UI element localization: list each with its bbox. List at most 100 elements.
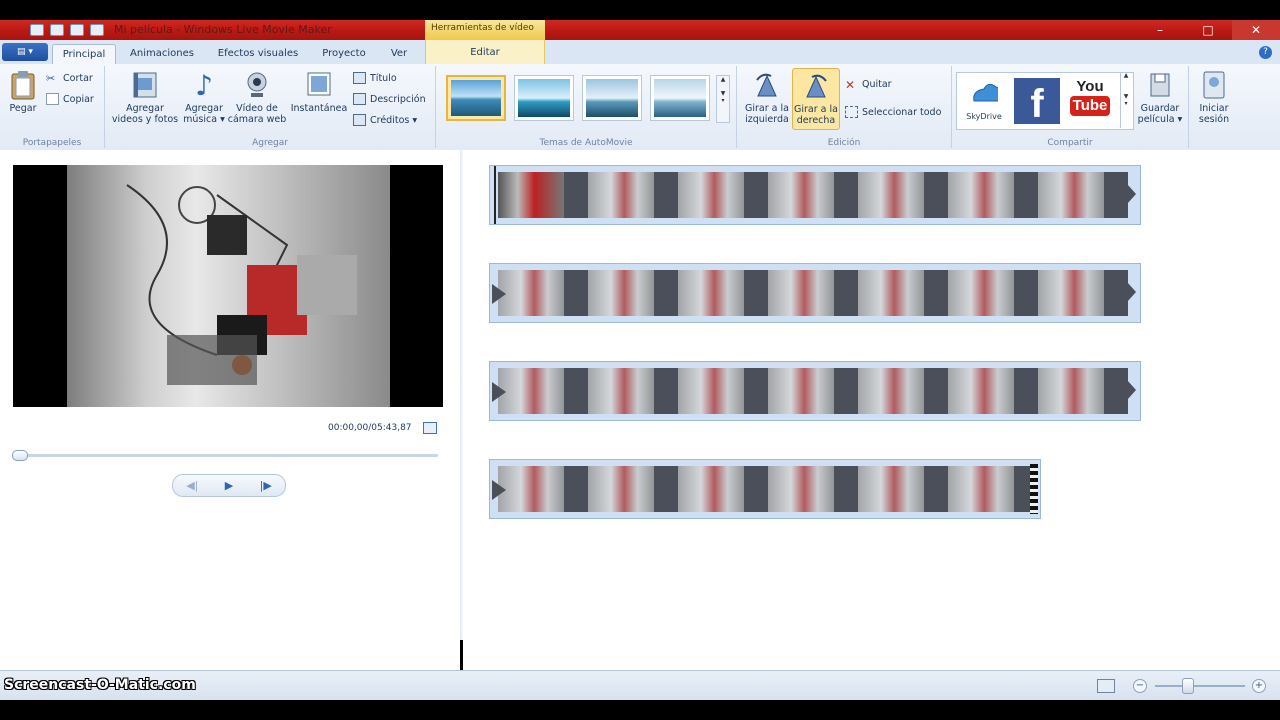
- youtube-icon[interactable]: You Tube: [1066, 78, 1114, 124]
- video-frame-thumbnail[interactable]: [858, 172, 924, 218]
- girar-izq-line2: izquierda: [745, 114, 789, 125]
- app-menu-button[interactable]: ▤ ▾: [2, 43, 48, 61]
- video-frame-thumbnail[interactable]: [768, 270, 834, 316]
- video-frame-thumbnail[interactable]: [678, 466, 744, 512]
- storyboard-row[interactable]: [489, 361, 1141, 421]
- copiar-button[interactable]: Copiar: [46, 91, 94, 107]
- tab-editar[interactable]: Editar: [425, 40, 545, 64]
- storyboard-view-icon[interactable]: [1097, 679, 1115, 693]
- zoom-handle[interactable]: [1182, 678, 1194, 694]
- video-frame-thumbnail[interactable]: [678, 172, 744, 218]
- redo-icon[interactable]: [70, 24, 84, 36]
- fullscreen-icon[interactable]: [423, 422, 437, 434]
- video-frame-thumbnail[interactable]: [588, 368, 654, 414]
- frame-divider: [834, 466, 858, 512]
- video-frame-thumbnail[interactable]: [588, 466, 654, 512]
- video-frame-thumbnail[interactable]: [498, 368, 564, 414]
- zoom-out-icon[interactable]: −: [1133, 679, 1147, 693]
- video-frame-thumbnail[interactable]: [768, 466, 834, 512]
- maximize-button[interactable]: □: [1184, 20, 1232, 40]
- group-compartir: SkyDrive f You Tube ▲ ▼ ▾ Guardar película…: [952, 66, 1189, 148]
- video-frame-thumbnail[interactable]: [858, 270, 924, 316]
- guardar-pelicula-button[interactable]: Guardar película ▾: [1134, 70, 1186, 125]
- tab-efectos-visuales[interactable]: Efectos visuales: [210, 44, 306, 64]
- title-icon: [353, 72, 366, 84]
- storyboard-row[interactable]: [489, 165, 1141, 225]
- frame-divider: [744, 172, 768, 218]
- video-frame-thumbnail[interactable]: [1038, 368, 1104, 414]
- paste-icon: [9, 70, 37, 100]
- group-label-edicion: Edición: [827, 138, 861, 148]
- seleccionar-todo-button[interactable]: Seleccionar todo: [845, 104, 941, 120]
- help-icon[interactable]: ?: [1259, 46, 1272, 59]
- frame-divider: [564, 466, 588, 512]
- skydrive-button[interactable]: SkyDrive: [960, 78, 1008, 122]
- video-frame-thumbnail[interactable]: [858, 466, 924, 512]
- video-frame-thumbnail[interactable]: [498, 172, 564, 218]
- sign-in-icon: [1200, 70, 1228, 100]
- video-frame-thumbnail[interactable]: [498, 466, 564, 512]
- gallery-scroll[interactable]: ▲ ▼ ▾: [716, 75, 730, 123]
- customize-icon[interactable]: [90, 24, 104, 36]
- save-icon[interactable]: [30, 24, 44, 36]
- tab-proyecto[interactable]: Proyecto: [314, 44, 374, 64]
- minimize-button[interactable]: –: [1136, 20, 1184, 40]
- tab-animaciones[interactable]: Animaciones: [124, 44, 200, 64]
- storyboard-row[interactable]: [489, 263, 1141, 323]
- seek-handle[interactable]: [12, 450, 28, 461]
- previous-frame-icon[interactable]: ◀|: [186, 479, 198, 492]
- zoom-in-icon[interactable]: +: [1252, 679, 1266, 693]
- zoom-slider[interactable]: [1155, 685, 1245, 687]
- video-frame-thumbnail[interactable]: [678, 270, 744, 316]
- girar-derecha-button[interactable]: Girar a la derecha: [792, 68, 840, 130]
- next-frame-icon[interactable]: |▶: [260, 479, 272, 492]
- frame-divider: [564, 172, 588, 218]
- theme-thumbnail[interactable]: [446, 75, 506, 121]
- bottom-letterbox: [0, 700, 1280, 720]
- facebook-icon[interactable]: f: [1014, 78, 1060, 126]
- titulo-button[interactable]: Título: [353, 70, 397, 86]
- video-frame-thumbnail[interactable]: [678, 368, 744, 414]
- video-frame-thumbnail[interactable]: [1038, 270, 1104, 316]
- sesion-line2: sesión: [1198, 114, 1230, 125]
- play-icon[interactable]: ▶: [225, 479, 233, 492]
- video-frame-thumbnail[interactable]: [1038, 172, 1104, 218]
- video-preview[interactable]: [13, 165, 443, 407]
- undo-icon[interactable]: [50, 24, 64, 36]
- video-frame-thumbnail[interactable]: [948, 368, 1014, 414]
- cortar-button[interactable]: ✂ Cortar: [46, 70, 93, 86]
- theme-thumbnail[interactable]: [514, 75, 574, 121]
- close-button[interactable]: ✕: [1232, 20, 1280, 40]
- agregar-musica-button[interactable]: ♪ Agregar música ▾: [181, 70, 227, 125]
- girar-izquierda-button[interactable]: Girar a la izquierda: [743, 70, 791, 125]
- video-frame-thumbnail[interactable]: [858, 368, 924, 414]
- quitar-button[interactable]: ✕ Quitar: [845, 76, 892, 92]
- descripcion-button[interactable]: Descripción: [353, 91, 426, 107]
- video-frame-thumbnail[interactable]: [588, 172, 654, 218]
- tab-ver[interactable]: Ver: [382, 44, 416, 64]
- video-camara-web-button[interactable]: Vídeo de cámara web: [227, 70, 287, 125]
- instantanea-button[interactable]: Instantánea: [287, 70, 351, 114]
- share-gallery-scroll[interactable]: ▲ ▼ ▾: [1120, 72, 1131, 128]
- agregar-videos-fotos-button[interactable]: Agregar videos y fotos: [109, 70, 181, 125]
- guardar-line2: película ▾: [1137, 114, 1183, 125]
- girar-der-line2: derecha: [796, 115, 836, 126]
- iniciar-sesion-button[interactable]: Iniciar sesión: [1193, 70, 1235, 125]
- video-frame-thumbnail[interactable]: [948, 466, 1014, 512]
- creditos-button[interactable]: Créditos ▾: [353, 112, 417, 128]
- frame-divider: [1014, 368, 1038, 414]
- video-frame-thumbnail[interactable]: [768, 172, 834, 218]
- video-frame-thumbnail[interactable]: [768, 368, 834, 414]
- theme-thumbnail[interactable]: [650, 75, 710, 121]
- video-frame-thumbnail[interactable]: [948, 270, 1014, 316]
- tab-principal[interactable]: Principal: [52, 44, 116, 65]
- caption-icon: [353, 93, 366, 105]
- storyboard-row[interactable]: [489, 459, 1041, 519]
- playhead-cursor[interactable]: [494, 166, 496, 224]
- video-frame-thumbnail[interactable]: [498, 270, 564, 316]
- video-frame-thumbnail[interactable]: [948, 172, 1014, 218]
- seek-bar[interactable]: [14, 454, 438, 457]
- pegar-button[interactable]: Pegar: [6, 70, 40, 114]
- theme-thumbnail[interactable]: [582, 75, 642, 121]
- video-frame-thumbnail[interactable]: [588, 270, 654, 316]
